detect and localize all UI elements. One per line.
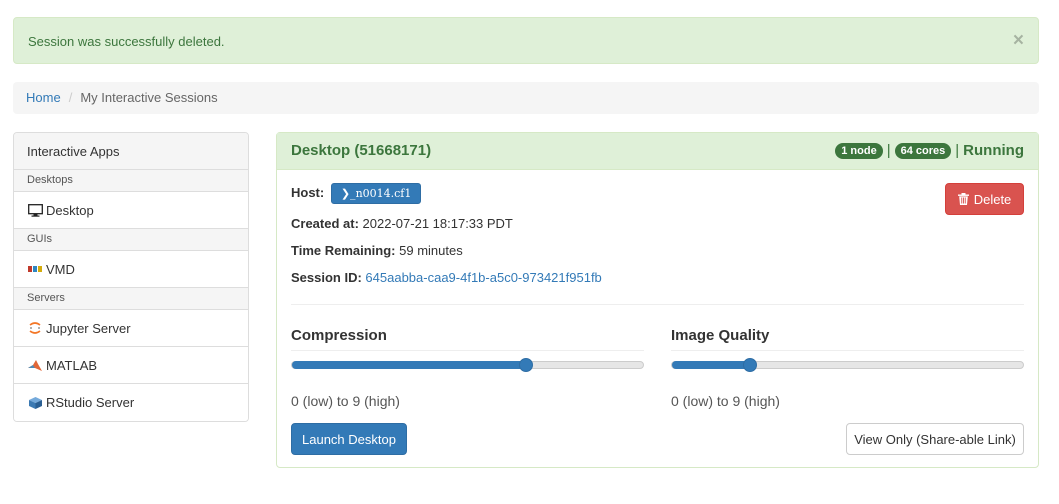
session-id-label: Session ID: xyxy=(291,270,362,285)
host-label: Host: xyxy=(291,184,325,200)
launch-desktop-button[interactable]: Launch Desktop xyxy=(291,423,407,455)
image-quality-control: Image Quality 0 (low) to 9 (high) xyxy=(671,327,1024,409)
cores-badge: 64 cores xyxy=(894,142,952,159)
compression-label: Compression xyxy=(291,327,644,351)
session-title: Desktop (51668171) xyxy=(291,142,432,159)
breadcrumb: Home / My Interactive Sessions xyxy=(13,82,1039,114)
time-remaining-line: Time Remaining: 59 minutes xyxy=(291,243,463,258)
vmd-logo-icon xyxy=(27,262,43,276)
sidebar-item-label: RStudio Server xyxy=(46,395,135,410)
compression-control: Compression 0 (low) to 9 (high) xyxy=(291,327,644,409)
sidebar-item-label: Jupyter Server xyxy=(46,320,131,336)
image-quality-slider-fill xyxy=(672,361,750,369)
created-label: Created at: xyxy=(291,216,359,231)
sidebar-item-vmd[interactable]: VMD xyxy=(14,251,248,288)
compression-slider[interactable] xyxy=(291,358,644,372)
compression-slider-fill xyxy=(292,361,526,369)
session-id-link[interactable]: 645aabba-caa9-4f1b-a5c0-973421f951fb xyxy=(365,270,601,285)
time-remaining-value: 59 minutes xyxy=(399,243,463,258)
image-quality-slider-thumb[interactable] xyxy=(742,358,757,372)
rstudio-logo-icon xyxy=(27,396,43,410)
sidebar-item-rstudio-server[interactable]: RStudio Server xyxy=(14,384,248,421)
sidebar-item-label: MATLAB xyxy=(46,357,98,373)
sidebar-header: Interactive Apps xyxy=(14,133,248,170)
status-separator: | xyxy=(886,142,891,159)
sidebar-item-matlab[interactable]: MATLAB xyxy=(14,347,248,384)
image-quality-help: 0 (low) to 9 (high) xyxy=(671,393,780,409)
delete-label: Delete xyxy=(973,191,1012,207)
sidebar-item-label: Desktop xyxy=(46,202,94,218)
nodes-badge: 1 node xyxy=(835,142,883,159)
sidebar-item-desktop[interactable]: Desktop xyxy=(14,192,248,229)
host-line: Host: ❯_n0014.cf1 xyxy=(291,183,422,204)
breadcrumb-home-link[interactable]: Home xyxy=(26,90,61,105)
breadcrumb-separator: / xyxy=(68,90,73,105)
session-status-group: 1 node | 64 cores | Running xyxy=(833,142,1024,159)
sidebar-item-jupyter-server[interactable]: Jupyter Server xyxy=(14,310,248,347)
breadcrumb-current: My Interactive Sessions xyxy=(80,90,218,105)
terminal-prompt-icon: ❯_ xyxy=(340,187,356,200)
sidebar-category-guis: GUIs xyxy=(14,229,248,251)
session-id-line: Session ID: 645aabba-caa9-4f1b-a5c0-9734… xyxy=(291,270,602,285)
session-panel-header: Desktop (51668171) 1 node | 64 cores | R… xyxy=(277,133,1038,170)
panel-divider xyxy=(291,304,1024,305)
sidebar-category-servers: Servers xyxy=(14,288,248,310)
compression-slider-thumb[interactable] xyxy=(519,358,533,372)
interactive-apps-sidebar: Interactive Apps Desktops Desktop GUIs V… xyxy=(13,132,249,422)
status-separator: | xyxy=(955,142,960,159)
created-value: 2022-07-21 18:17:33 PDT xyxy=(362,216,513,231)
delete-button[interactable]: Delete xyxy=(945,183,1024,215)
matlab-logo-icon xyxy=(27,358,43,372)
alert-message: Session was successfully deleted. xyxy=(28,34,225,49)
created-line: Created at: 2022-07-21 18:17:33 PDT xyxy=(291,216,513,231)
jupyter-logo-icon xyxy=(27,321,43,335)
host-value: n0014.cf1 xyxy=(355,187,412,200)
monitor-icon xyxy=(27,203,43,217)
host-shell-button[interactable]: ❯_n0014.cf1 xyxy=(330,183,422,204)
trash-icon xyxy=(957,193,969,205)
success-alert: Session was successfully deleted. × xyxy=(13,17,1039,64)
sidebar-item-label: VMD xyxy=(46,261,75,277)
view-only-link-button[interactable]: View Only (Share-able Link) xyxy=(846,423,1024,455)
session-panel: Desktop (51668171) 1 node | 64 cores | R… xyxy=(276,132,1039,468)
close-icon[interactable]: × xyxy=(1013,31,1024,50)
time-remaining-label: Time Remaining: xyxy=(291,243,396,258)
compression-help: 0 (low) to 9 (high) xyxy=(291,393,400,409)
sidebar-category-desktops: Desktops xyxy=(14,170,248,192)
session-status: Running xyxy=(963,142,1024,159)
image-quality-label: Image Quality xyxy=(671,327,1024,351)
image-quality-slider[interactable] xyxy=(671,358,1024,372)
